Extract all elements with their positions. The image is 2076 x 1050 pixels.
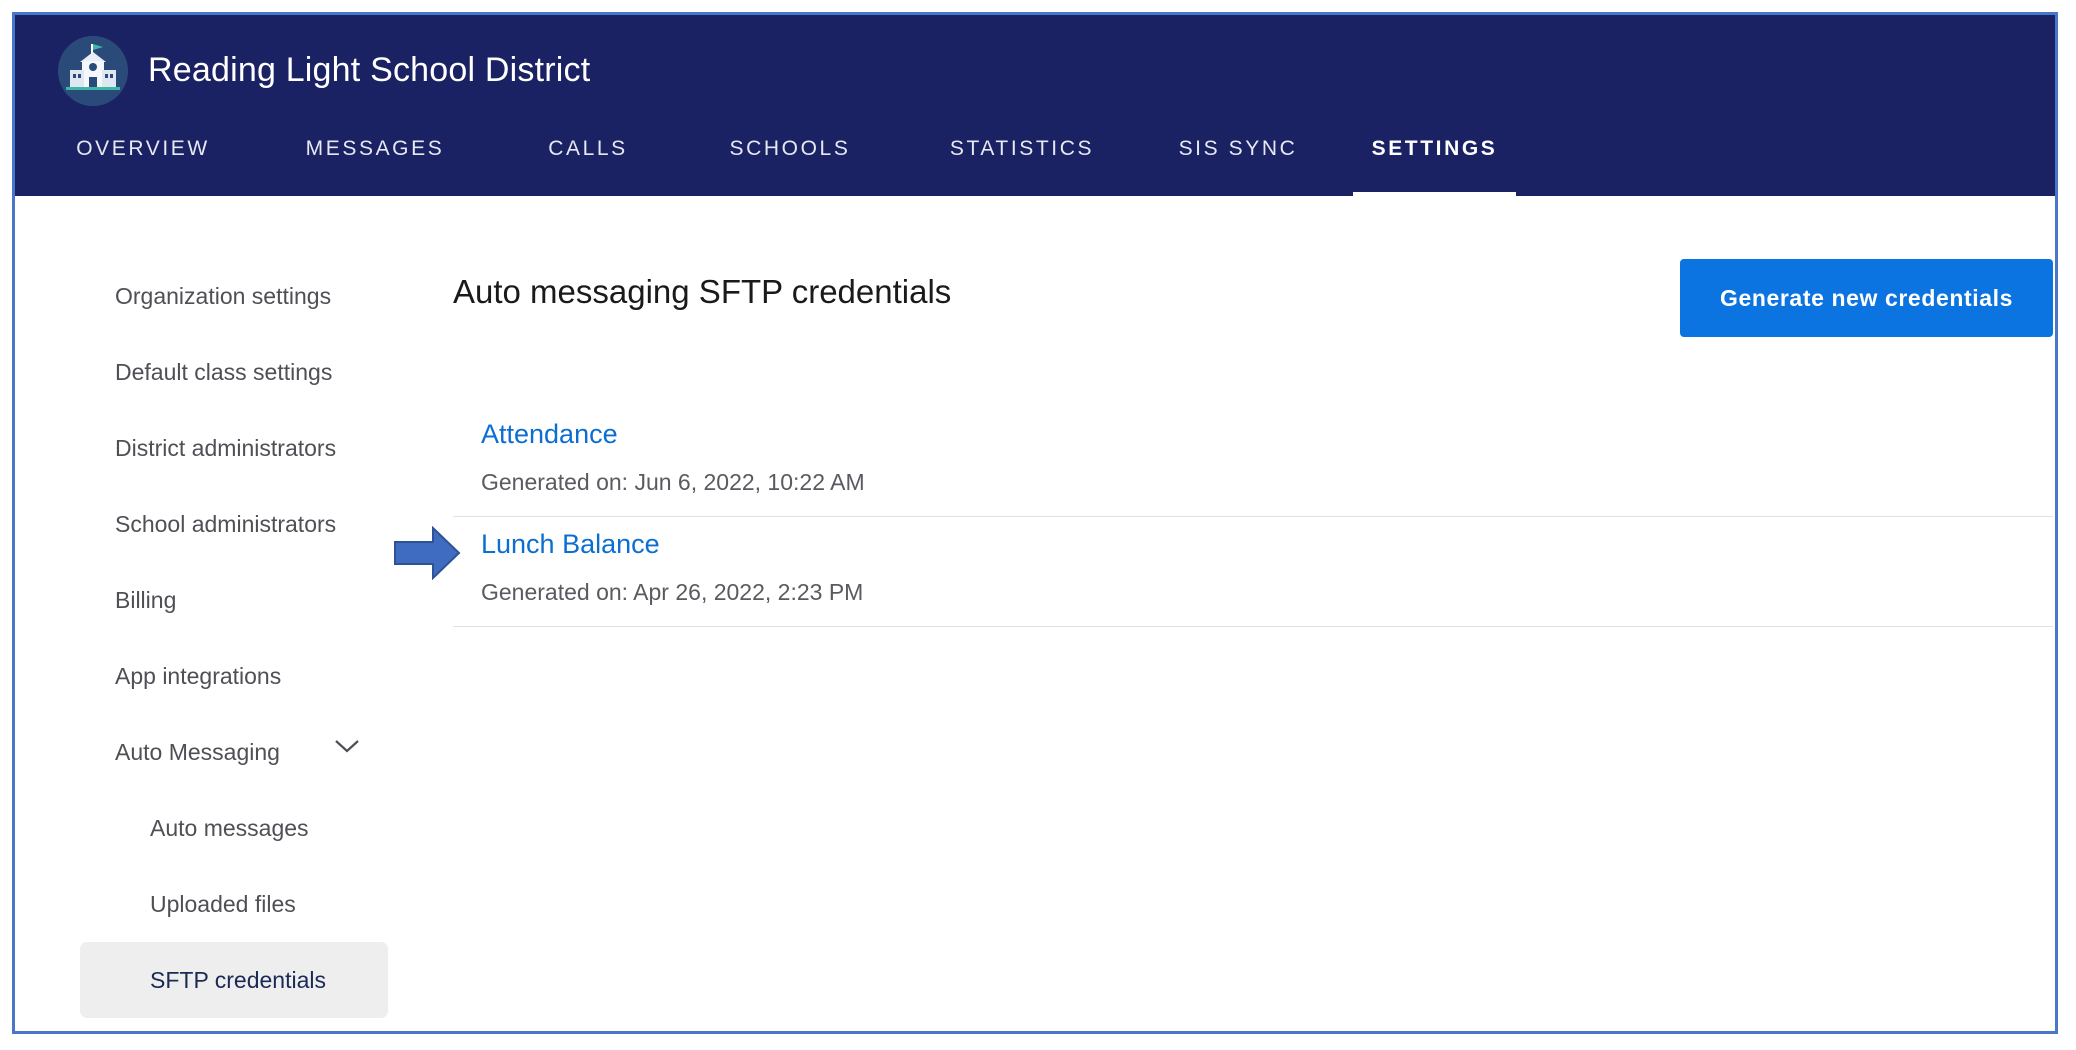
sidebar-item-district-administrators[interactable]: District administrators xyxy=(80,410,388,486)
main-nav: OVERVIEW MESSAGES CALLS SCHOOLS STATISTI… xyxy=(15,127,2055,196)
tab-sis-sync[interactable]: SIS SYNC xyxy=(1163,127,1313,196)
sidebar-item-auto-messages[interactable]: Auto messages xyxy=(80,790,388,866)
sidebar-item-default-class-settings[interactable]: Default class settings xyxy=(80,334,388,410)
credential-name-link[interactable]: Lunch Balance xyxy=(481,529,660,560)
list-item: Lunch Balance Generated on: Apr 26, 2022… xyxy=(453,517,2053,627)
tab-overview[interactable]: OVERVIEW xyxy=(73,127,213,196)
credential-generated-date: Generated on: Jun 6, 2022, 10:22 AM xyxy=(481,469,865,495)
credential-name-link[interactable]: Attendance xyxy=(481,419,618,450)
tab-schools[interactable]: SCHOOLS xyxy=(715,127,865,196)
organization-name: Reading Light School District xyxy=(148,51,591,89)
active-tab-indicator xyxy=(1353,192,1516,196)
generate-credentials-button[interactable]: Generate new credentials xyxy=(1680,259,2053,337)
tab-settings[interactable]: SETTINGS xyxy=(1353,127,1516,196)
sidebar-item-school-administrators[interactable]: School administrators xyxy=(80,486,388,562)
school-building-icon xyxy=(58,36,128,106)
sidebar-item-app-integrations[interactable]: App integrations xyxy=(80,638,388,714)
chevron-down-icon[interactable] xyxy=(333,736,361,756)
credential-generated-date: Generated on: Apr 26, 2022, 2:23 PM xyxy=(481,579,864,605)
sidebar-item-organization-settings[interactable]: Organization settings xyxy=(80,258,388,334)
tab-messages[interactable]: MESSAGES xyxy=(301,127,449,196)
tab-calls[interactable]: CALLS xyxy=(529,127,647,196)
sidebar-item-billing[interactable]: Billing xyxy=(80,562,388,638)
sidebar-item-uploaded-files[interactable]: Uploaded files xyxy=(80,866,388,942)
page-title: Auto messaging SFTP credentials xyxy=(453,273,952,310)
top-header: Reading Light School District OVERVIEW M… xyxy=(15,15,2055,196)
callout-arrow-icon xyxy=(393,525,461,581)
list-item: Attendance Generated on: Jun 6, 2022, 10… xyxy=(453,407,2053,517)
app-window: Reading Light School District OVERVIEW M… xyxy=(12,12,2058,1034)
sidebar-item-sftp-credentials[interactable]: SFTP credentials xyxy=(80,942,388,1018)
tab-statistics[interactable]: STATISTICS xyxy=(932,127,1112,196)
